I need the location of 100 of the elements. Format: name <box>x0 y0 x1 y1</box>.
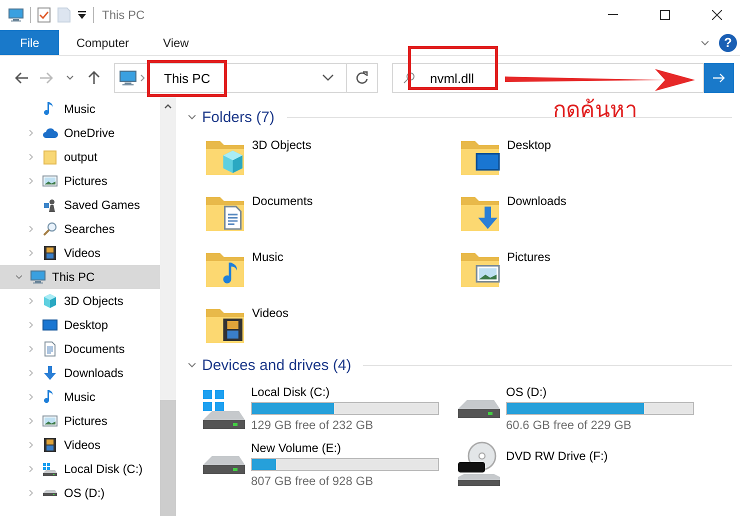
computer-icon <box>30 269 46 285</box>
nav-tree-label: OS (D:) <box>64 486 105 500</box>
nav-tree-label: output <box>64 150 98 164</box>
nav-tree-label: OneDrive <box>64 126 115 140</box>
drive-icon <box>42 462 58 476</box>
nav-tree-item[interactable]: Pictures <box>0 169 160 193</box>
drive-tile[interactable]: New Volume (E:) 807 GB free of 928 GB <box>204 435 459 491</box>
folder-tile[interactable]: 3D Objects <box>202 129 457 185</box>
maximize-icon <box>660 10 670 20</box>
drive-icon <box>455 400 503 418</box>
computer-icon <box>119 69 137 87</box>
nav-tree-item[interactable]: Saved Games <box>0 193 160 217</box>
folder-name: Music <box>252 249 284 264</box>
scrollbar[interactable] <box>160 97 176 516</box>
nav-tree-label: This PC <box>52 270 95 284</box>
nav-tree-item[interactable]: OS (D:) <box>0 481 160 505</box>
nav-tree-item[interactable]: Pictures <box>0 409 160 433</box>
folder-name: Documents <box>252 193 313 208</box>
folder-icon <box>42 149 58 165</box>
document-icon <box>42 341 58 357</box>
nav-tree-item[interactable]: Searches <box>0 217 160 241</box>
blank-page-icon[interactable] <box>57 7 71 23</box>
search-go-button[interactable] <box>704 63 734 93</box>
film-strip-icon <box>42 245 58 261</box>
free-space-text: 129 GB free of 232 GB <box>251 418 374 432</box>
search-field[interactable]: nvml.dll <box>392 63 704 93</box>
group-header[interactable]: Folders (7) <box>202 108 275 126</box>
drive-name: DVD RW Drive (F:) <box>506 449 608 463</box>
nav-tree-item[interactable]: OneDrive <box>0 121 160 145</box>
folder-name: Desktop <box>507 137 552 152</box>
checklist-icon[interactable] <box>37 7 51 23</box>
drive-icon <box>42 490 58 496</box>
magnifier-icon <box>42 221 58 237</box>
breadcrumb-location[interactable]: This PC <box>150 62 224 94</box>
dropdown-caret-icon[interactable] <box>322 74 334 82</box>
folder-tile[interactable]: Desktop <box>457 129 712 185</box>
help-button[interactable]: ? <box>719 34 737 52</box>
minimize-icon <box>608 14 618 16</box>
nav-tree-label: Desktop <box>64 318 108 332</box>
film-strip-icon <box>42 437 58 453</box>
nav-tree-item[interactable]: Local Disk (C:) <box>0 457 160 481</box>
group-header[interactable]: Devices and drives (4) <box>202 356 352 374</box>
scroll-up-icon[interactable] <box>164 103 172 109</box>
nav-tree-label: Videos <box>64 438 100 452</box>
folder-name: 3D Objects <box>252 137 312 152</box>
ribbon-tab[interactable]: View <box>146 30 206 55</box>
nav-tree-label: Local Disk (C:) <box>64 462 143 476</box>
ribbon-tab[interactable]: Computer <box>59 30 146 55</box>
picture-icon <box>42 173 58 189</box>
nav-tree-item[interactable]: Downloads <box>0 361 160 385</box>
search-icon <box>403 72 415 84</box>
nav-tree-label: Documents <box>64 342 125 356</box>
nav-tree-item[interactable]: This PC <box>0 265 160 289</box>
refresh-icon <box>356 71 368 85</box>
recent-caret-icon[interactable] <box>66 75 74 81</box>
annotation-note: กดค้นหา <box>553 97 637 125</box>
customize-caret-icon[interactable] <box>77 10 87 20</box>
scrollbar-thumb[interactable] <box>160 400 176 516</box>
computer-icon <box>8 7 24 23</box>
folder-name: Pictures <box>507 249 550 264</box>
nav-tree-label: Searches <box>64 222 115 236</box>
drive-icon <box>200 390 248 428</box>
folder-tile[interactable]: Music <box>202 241 457 297</box>
folder-tile[interactable]: Downloads <box>457 185 712 241</box>
back-arrow-icon[interactable] <box>15 72 29 84</box>
up-arrow-icon[interactable] <box>88 71 100 85</box>
close-icon <box>712 10 722 20</box>
free-space-text: 60.6 GB free of 229 GB <box>506 418 632 432</box>
nav-tree-item[interactable]: Documents <box>0 337 160 361</box>
nav-tree-label: Pictures <box>64 414 108 428</box>
folder-tile[interactable]: Pictures <box>457 241 712 297</box>
nav-tree-item[interactable]: Videos <box>0 241 160 265</box>
nav-tree-item[interactable]: Videos <box>0 433 160 457</box>
free-space-text: 807 GB free of 928 GB <box>251 474 374 488</box>
drive-tile[interactable]: Local Disk (C:) 129 GB free of 232 GB <box>204 379 459 435</box>
folder-tile[interactable]: Documents <box>202 185 457 241</box>
window-title: This PC <box>102 8 145 22</box>
nav-tree-label: Saved Games <box>64 198 140 212</box>
nav-tree-item[interactable]: Music <box>0 385 160 409</box>
nav-tree-item[interactable]: Desktop <box>0 313 160 337</box>
drive-name: Local Disk (C:) <box>251 385 331 399</box>
nav-tree-label: 3D Objects <box>64 294 124 308</box>
nav-tree-label: Music <box>64 390 96 404</box>
drive-tile[interactable]: DVD RW Drive (F:) <box>459 435 714 491</box>
screen-icon <box>42 317 58 333</box>
drive-name: New Volume (E:) <box>251 441 342 455</box>
drive-tile[interactable]: OS (D:) 60.6 GB free of 229 GB <box>459 379 714 435</box>
nav-tree-item[interactable]: 3D Objects <box>0 289 160 313</box>
picture-icon <box>42 413 58 429</box>
breadcrumb-chevron-icon <box>140 74 146 82</box>
forward-arrow-icon[interactable] <box>39 72 53 84</box>
nav-tree-item[interactable]: output <box>0 145 160 169</box>
folder-tile[interactable]: Videos <box>202 297 457 353</box>
nav-tree-label: Pictures <box>64 174 108 188</box>
folder-name: Videos <box>252 305 288 320</box>
drive-icon <box>200 456 248 474</box>
cube-icon <box>42 293 58 309</box>
nav-tree-label: Music <box>64 102 96 116</box>
nav-tree-item[interactable]: Music <box>0 97 160 121</box>
ribbon-tab[interactable]: File <box>0 30 60 55</box>
